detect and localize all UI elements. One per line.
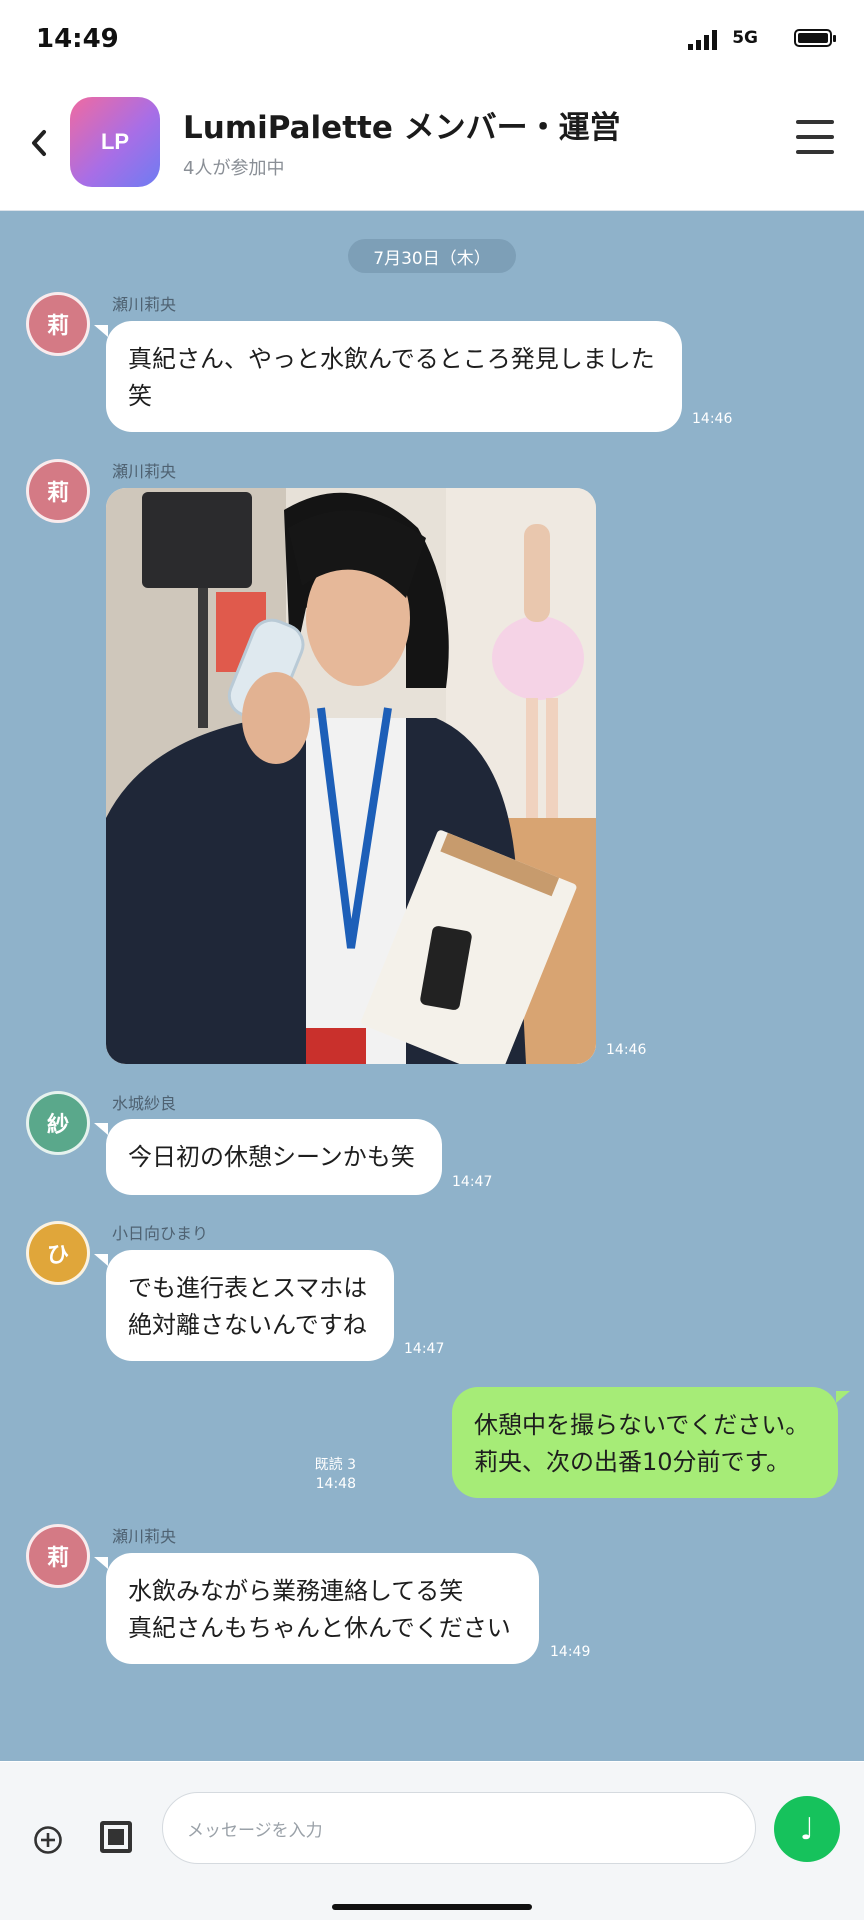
chat-title: LumiPalette メンバー・運営 — [183, 110, 621, 146]
avatar[interactable]: ひ — [26, 1221, 90, 1285]
avatar[interactable]: 莉 — [26, 459, 90, 523]
message-input[interactable]: メッセージを入力 — [162, 1792, 756, 1864]
sender-name: 瀬川莉央 — [112, 1527, 177, 1546]
chat-area[interactable]: 7月30日（木） 莉 瀬川莉央 真紀さん、やっと水飲んでるところ発見しました 笑… — [0, 211, 864, 1761]
message-bubble[interactable]: 真紀さん、やっと水飲んでるところ発見しました 笑 — [94, 321, 682, 432]
photo-message[interactable] — [106, 488, 596, 1064]
music-note-icon[interactable]: ♩ — [774, 1796, 840, 1862]
message-time: 14:47 — [404, 1341, 445, 1357]
read-receipt: 既読 3 14:48 — [315, 1456, 356, 1494]
date-separator: 7月30日（木） — [348, 239, 516, 273]
staff-photo-image — [106, 488, 596, 1064]
status-time: 14:49 — [36, 24, 119, 54]
battery-icon — [794, 29, 836, 47]
hamburger-menu-icon[interactable] — [796, 120, 834, 160]
status-bar: 14:49 5G — [0, 0, 864, 80]
chevron-left-icon[interactable] — [24, 122, 54, 164]
message-time: 14:49 — [550, 1644, 591, 1660]
avatar[interactable]: 紗 — [26, 1091, 90, 1155]
plus-circle-icon[interactable] — [30, 1822, 66, 1858]
sender-name: 小日向ひまり — [112, 1224, 209, 1243]
sender-name: 瀬川莉央 — [112, 462, 177, 481]
sender-name: 瀬川莉央 — [112, 295, 177, 314]
chat-header: LP LumiPalette メンバー・運営 4人が参加中 — [0, 80, 864, 211]
group-avatar[interactable]: LP — [70, 97, 160, 187]
image-icon[interactable] — [100, 1821, 132, 1853]
signal-icon — [688, 30, 717, 50]
network-label: 5G — [732, 28, 758, 48]
avatar[interactable]: 莉 — [26, 1524, 90, 1588]
message-time: 14:46 — [692, 411, 733, 427]
message-bubble[interactable]: 今日初の休憩シーンかも笑 — [94, 1119, 442, 1195]
avatar[interactable]: 莉 — [26, 292, 90, 356]
message-bubble[interactable]: でも進行表とスマホは 絶対離さないんですね — [94, 1250, 394, 1361]
message-time: 14:48 — [315, 1476, 356, 1492]
message-input-bar: メッセージを入力 ♩ — [0, 1762, 864, 1920]
sender-name: 水城紗良 — [112, 1094, 177, 1113]
message-time: 14:47 — [452, 1174, 493, 1190]
read-count: 既読 3 — [314, 1457, 356, 1473]
home-indicator[interactable] — [332, 1904, 532, 1910]
my-message-bubble[interactable]: 休憩中を撮らないでください。 莉央、次の出番10分前です。 — [452, 1387, 850, 1498]
message-bubble[interactable]: 水飲みながら業務連絡してる笑 真紀さんもちゃんと休んでください — [94, 1553, 539, 1664]
message-time: 14:46 — [606, 1042, 647, 1058]
member-count: 4人が参加中 — [183, 158, 285, 179]
